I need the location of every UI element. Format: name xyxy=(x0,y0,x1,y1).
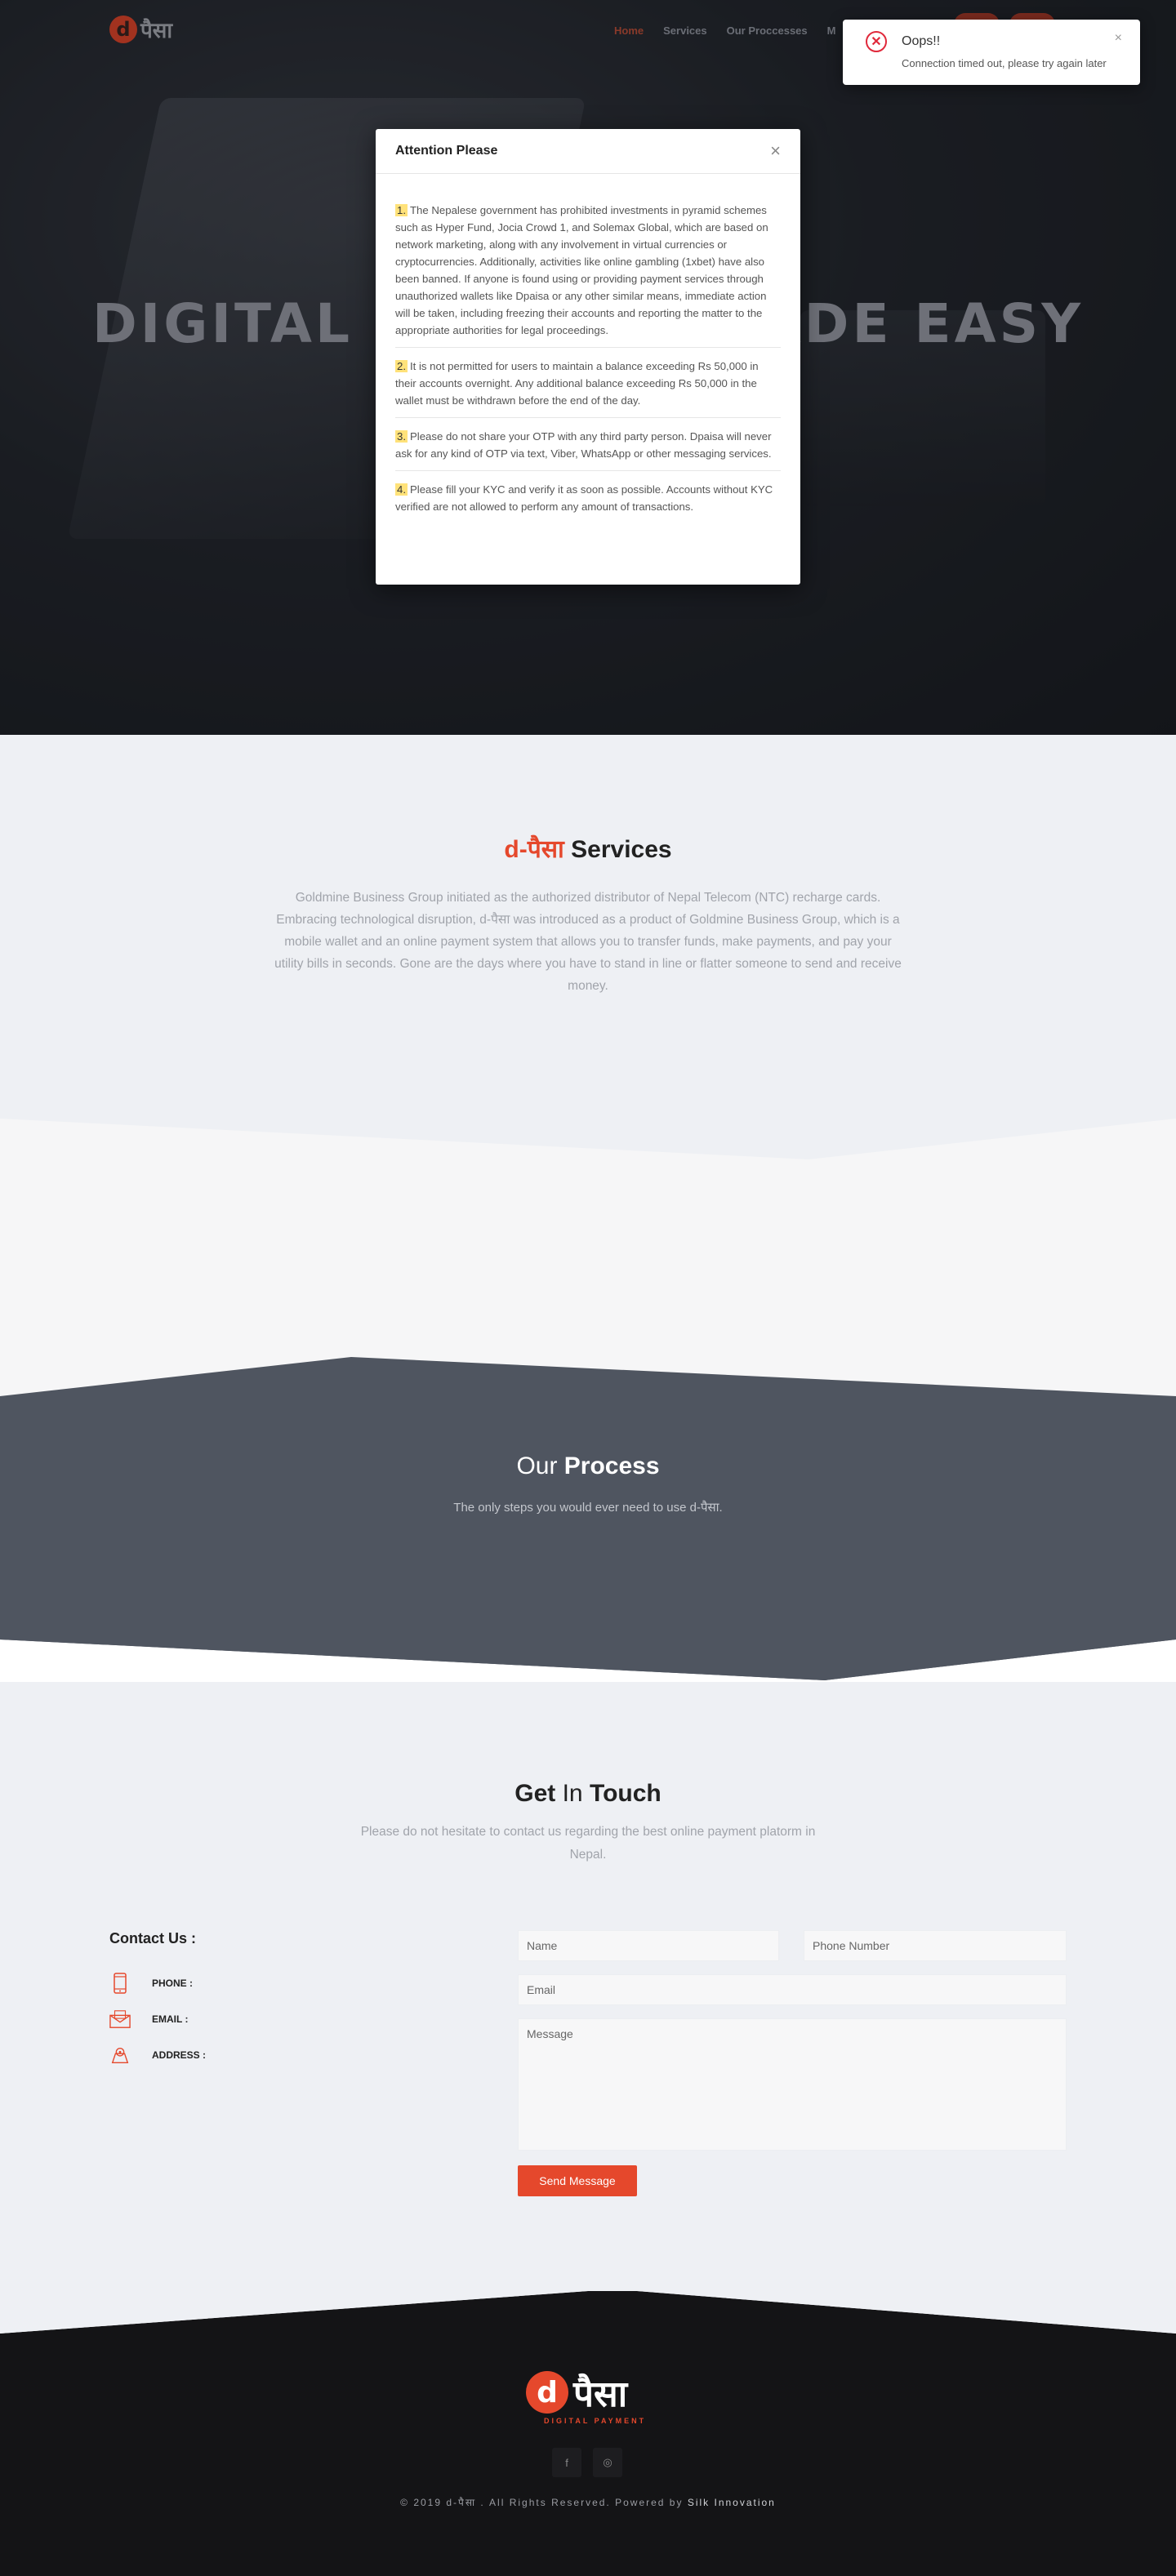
instagram-icon[interactable]: ◎ xyxy=(593,2448,622,2477)
contact-title-get: Get xyxy=(514,1780,556,1807)
contact-address-row: ADDRESS : xyxy=(109,2044,206,2066)
process-title-bold: Process xyxy=(564,1453,660,1479)
footer-logo[interactable]: d पैसा xyxy=(526,2368,627,2417)
brand-logo[interactable]: d पैसा xyxy=(109,15,172,44)
email-label: EMAIL : xyxy=(152,2013,189,2025)
message-textarea[interactable] xyxy=(518,2018,1067,2151)
address-label: ADDRESS : xyxy=(152,2049,207,2061)
logo-text: पैसा xyxy=(140,19,173,43)
copyright-text: © 2019 d-पैसा . All Rights Reserved. Pow… xyxy=(0,2495,1176,2509)
logo-mark: d xyxy=(109,16,137,43)
toast-message: Connection timed out, please try again l… xyxy=(902,57,1107,69)
modal-title: Attention Please xyxy=(395,144,498,158)
contact-email-row: EMAIL : xyxy=(109,2009,188,2030)
contact-subtitle: Please do not hesitate to contact us reg… xyxy=(360,1825,816,1862)
services-title-text: Services xyxy=(564,836,672,863)
error-toast: ✕ Oops!! Connection timed out, please tr… xyxy=(843,20,1140,85)
powered-by-link[interactable]: Silk Innovation xyxy=(688,2497,776,2508)
toast-close-icon[interactable]: × xyxy=(1115,31,1122,46)
nav-link-processes[interactable]: Our Proccesses xyxy=(727,24,808,37)
phone-input[interactable] xyxy=(804,1930,1067,1961)
notice-number: 2. xyxy=(395,360,408,372)
nav-link-home[interactable]: Home xyxy=(614,24,644,37)
phone-icon xyxy=(109,1973,131,1994)
notice-item: 1. The Nepalese government has prohibited… xyxy=(395,202,781,348)
contact-us-heading: Contact Us : xyxy=(109,1930,197,1946)
process-title: Our Process xyxy=(0,1453,1176,1480)
footer-tagline: DIGITAL PAYMENT xyxy=(544,2417,647,2425)
notice-item: 3. Please do not share your OTP with any … xyxy=(395,428,781,471)
notice-text: It is not permitted for users to maintai… xyxy=(395,360,759,407)
attention-modal: Attention Please × 1. The Nepalese govern… xyxy=(376,129,800,585)
name-input[interactable] xyxy=(518,1930,779,1961)
facebook-icon[interactable]: f xyxy=(552,2448,581,2477)
process-subtitle: The only steps you would ever need to us… xyxy=(453,1501,723,1515)
nav-links: Home Services Our Proccesses M xyxy=(614,24,835,37)
footer-logo-mark: d xyxy=(526,2371,568,2414)
contact-title: Get In Touch xyxy=(0,1780,1176,1808)
footer-top-edge xyxy=(0,2291,1176,2335)
notice-item: 2. It is not permitted for users to maint… xyxy=(395,358,781,418)
modal-body: 1. The Nepalese government has prohibited… xyxy=(376,174,800,523)
modal-close-icon[interactable]: × xyxy=(770,142,781,160)
process-band-background xyxy=(0,1119,1176,1690)
footer-logo-text: पैसा xyxy=(573,2374,628,2415)
notice-text: Please fill your KYC and verify it as so… xyxy=(395,483,773,513)
notice-text: Please do not share your OTP with any th… xyxy=(395,430,772,460)
contact-top-edge xyxy=(0,1639,1176,1685)
notice-number: 4. xyxy=(395,483,408,496)
modal-header: Attention Please × xyxy=(376,129,800,174)
location-icon xyxy=(109,2044,131,2066)
toast-title: Oops!! xyxy=(902,34,941,48)
notice-number: 3. xyxy=(395,430,408,443)
services-title: d-पैसा Services xyxy=(0,831,1176,865)
copyright-prefix: © 2019 d-पैसा . All Rights Reserved. Pow… xyxy=(400,2497,688,2508)
email-icon xyxy=(109,2009,131,2030)
notice-text: The Nepalese government has prohibited i… xyxy=(395,204,768,336)
send-message-button[interactable]: Send Message xyxy=(518,2165,637,2196)
email-input[interactable] xyxy=(518,1974,1067,2005)
contact-title-in: In xyxy=(555,1780,590,1807)
notice-number: 1. xyxy=(395,204,408,216)
process-title-thin: Our xyxy=(516,1453,564,1479)
services-title-brand: d-पैसा xyxy=(504,836,564,863)
services-description: Goldmine Business Group initiated as the… xyxy=(274,891,902,993)
nav-link-services[interactable]: Services xyxy=(663,24,707,37)
phone-label: PHONE : xyxy=(152,1978,194,1989)
notice-item: 4. Please fill your KYC and verify it as … xyxy=(395,481,781,523)
contact-phone-row: PHONE : xyxy=(109,1973,193,1994)
contact-title-touch: Touch xyxy=(589,1780,662,1807)
nav-link-more[interactable]: M xyxy=(827,24,836,37)
error-circle-icon: ✕ xyxy=(866,31,887,52)
